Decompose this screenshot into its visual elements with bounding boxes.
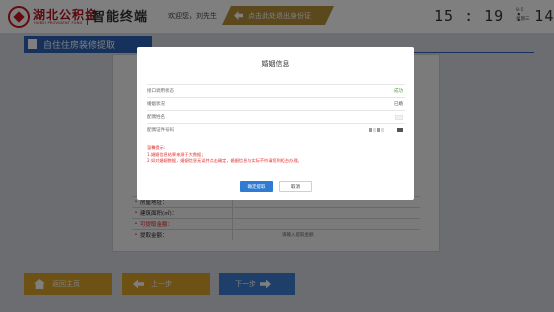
info-label: 配偶姓名 xyxy=(147,115,165,120)
info-label: 婚姻状况 xyxy=(147,102,165,107)
notes-line: 2.如对婚姻数据，婚姻信息无误并点击确定，婚姻信息与实际不符请您到柜台办理。 xyxy=(147,158,302,163)
info-label: 接口调用状态 xyxy=(147,89,174,94)
info-label: 配偶证件号码 xyxy=(147,128,174,133)
marital-status-value: 已婚 xyxy=(394,102,403,107)
info-row-spouse-id: 配偶证件号码 xyxy=(147,123,405,136)
dialog-title: 婚姻信息 xyxy=(261,60,290,68)
dialog-notes: 温馨提示： 1.婚姻信息结果来源于大数据； 2.如对婚姻数据，婚姻信息无误并点击… xyxy=(147,145,405,165)
info-row-spouse-name: 配偶姓名 xyxy=(147,110,405,123)
confirm-button[interactable]: 确定提取 xyxy=(240,181,273,192)
cancel-button[interactable]: 取消 xyxy=(279,181,312,192)
spouse-id-masked-value xyxy=(369,128,403,132)
info-row-marital-status: 婚姻状况 已婚 xyxy=(147,97,405,110)
info-row-api-status: 接口调用状态 成功 xyxy=(147,84,405,97)
marriage-info-dialog: 婚姻信息 接口调用状态 成功 婚姻状况 已婚 配偶姓名 配偶证件号码 温馨提示：… xyxy=(137,47,414,200)
api-status-value: 成功 xyxy=(394,89,403,94)
spouse-name-value xyxy=(395,114,403,120)
